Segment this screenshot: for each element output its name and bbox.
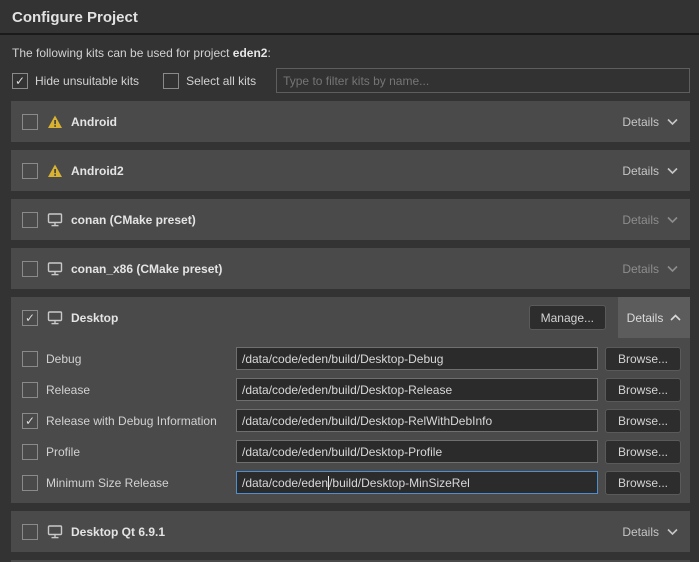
build-config-label: Debug (46, 352, 81, 366)
select-all-kits-checkbox[interactable] (163, 73, 179, 89)
build-config-label: Release with Debug Information (46, 414, 217, 428)
chevron-down-icon (667, 265, 678, 273)
build-config-row-profile: Profile Browse... (22, 436, 681, 467)
browse-button[interactable]: Browse... (605, 409, 681, 433)
details-label: Details (622, 262, 659, 276)
kit-row-desktop-qt: Desktop Qt 6.9.1 Details (11, 511, 690, 552)
details-label: Details (622, 164, 659, 178)
kit-row-conan: conan (CMake preset) Details (11, 199, 690, 240)
path-text-before-caret: /data/code/eden (242, 476, 328, 490)
kit-name: Android (71, 115, 117, 129)
build-config-checkbox-minsizerel[interactable] (22, 475, 38, 491)
desktop-icon (47, 261, 63, 276)
kit-checkbox-conan-x86[interactable] (22, 261, 38, 277)
select-all-kits-label: Select all kits (186, 74, 256, 88)
kit-filter-input[interactable] (276, 68, 690, 93)
kit-name: Desktop Qt 6.9.1 (71, 525, 165, 539)
intro-text-before: The following kits can be used for proje… (12, 46, 233, 60)
hide-unsuitable-kits-checkbox[interactable]: ✓ (12, 73, 28, 89)
kit-row-android: Android Details (11, 101, 690, 142)
intro-text: The following kits can be used for proje… (12, 46, 687, 60)
details-button[interactable]: Details (618, 213, 682, 227)
build-config-label: Release (46, 383, 90, 397)
build-dir-input-release[interactable] (236, 378, 598, 401)
kit-checkbox-conan[interactable] (22, 212, 38, 228)
path-text-after-caret: /build/Desktop-MinSizeRel (329, 476, 470, 490)
desktop-icon (47, 212, 63, 227)
browse-button[interactable]: Browse... (605, 347, 681, 371)
build-config-row-relwithdebinfo: ✓ Release with Debug Information Browse.… (22, 405, 681, 436)
build-config-label: Profile (46, 445, 80, 459)
page-title: Configure Project (0, 0, 699, 35)
hide-unsuitable-kits-checkbox-group[interactable]: ✓ Hide unsuitable kits (12, 73, 139, 89)
check-icon: ✓ (25, 312, 35, 324)
kit-name: conan (CMake preset) (71, 213, 196, 227)
kit-name: conan_x86 (CMake preset) (71, 262, 222, 276)
desktop-icon (47, 310, 63, 325)
kit-panel-desktop: ✓ Desktop Manage... Details Debug Browse… (11, 297, 690, 503)
kit-checkbox-android[interactable] (22, 114, 38, 130)
details-label: Details (622, 525, 659, 539)
kit-checkbox-android2[interactable] (22, 163, 38, 179)
chevron-down-icon (667, 216, 678, 224)
kit-name: Android2 (71, 164, 124, 178)
details-label: Details (627, 311, 664, 325)
build-config-row-debug: Debug Browse... (22, 343, 681, 374)
select-all-kits-checkbox-group[interactable]: Select all kits (163, 73, 256, 89)
intro-text-after: : (267, 46, 270, 60)
build-config-label: Minimum Size Release (46, 476, 169, 490)
details-label: Details (622, 115, 659, 129)
build-config-list: Debug Browse... Release Browse... ✓ Rele… (11, 338, 690, 498)
chevron-down-icon (667, 528, 678, 536)
manage-button[interactable]: Manage... (529, 305, 606, 330)
kit-checkbox-desktop-qt[interactable] (22, 524, 38, 540)
details-button[interactable]: Details (618, 262, 682, 276)
build-config-checkbox-profile[interactable] (22, 444, 38, 460)
details-button[interactable]: Details (618, 115, 682, 129)
build-config-checkbox-debug[interactable] (22, 351, 38, 367)
project-name: eden2 (233, 46, 268, 60)
filter-row: ✓ Hide unsuitable kits Select all kits (12, 68, 690, 93)
build-dir-input-relwithdebinfo[interactable] (236, 409, 598, 432)
kit-checkbox-desktop[interactable]: ✓ (22, 310, 38, 326)
check-icon: ✓ (15, 75, 25, 87)
details-label: Details (622, 213, 659, 227)
kit-list: Android Details Android2 Details conan (… (0, 101, 699, 562)
warning-icon (47, 114, 63, 129)
kit-name: Desktop (71, 311, 118, 325)
chevron-up-icon (670, 314, 681, 322)
browse-button[interactable]: Browse... (605, 378, 681, 402)
build-config-row-release: Release Browse... (22, 374, 681, 405)
build-dir-input-profile[interactable] (236, 440, 598, 463)
chevron-down-icon (667, 118, 678, 126)
warning-icon (47, 163, 63, 178)
build-config-checkbox-release[interactable] (22, 382, 38, 398)
browse-button[interactable]: Browse... (605, 440, 681, 464)
build-dir-input-debug[interactable] (236, 347, 598, 370)
details-button[interactable]: Details (618, 164, 682, 178)
details-button-expanded[interactable]: Details (618, 297, 690, 338)
check-icon: ✓ (25, 415, 35, 427)
build-config-checkbox-relwithdebinfo[interactable]: ✓ (22, 413, 38, 429)
kit-row-android2: Android2 Details (11, 150, 690, 191)
desktop-icon (47, 524, 63, 539)
build-dir-input-minsizerel[interactable]: /data/code/eden/build/Desktop-MinSizeRel (236, 471, 598, 494)
kit-row-desktop: ✓ Desktop Manage... Details (11, 297, 690, 338)
hide-unsuitable-kits-label: Hide unsuitable kits (35, 74, 139, 88)
build-config-row-minsizerel: Minimum Size Release /data/code/eden/bui… (22, 467, 681, 498)
chevron-down-icon (667, 167, 678, 175)
browse-button[interactable]: Browse... (605, 471, 681, 495)
details-button[interactable]: Details (618, 525, 682, 539)
kit-row-conan-x86: conan_x86 (CMake preset) Details (11, 248, 690, 289)
